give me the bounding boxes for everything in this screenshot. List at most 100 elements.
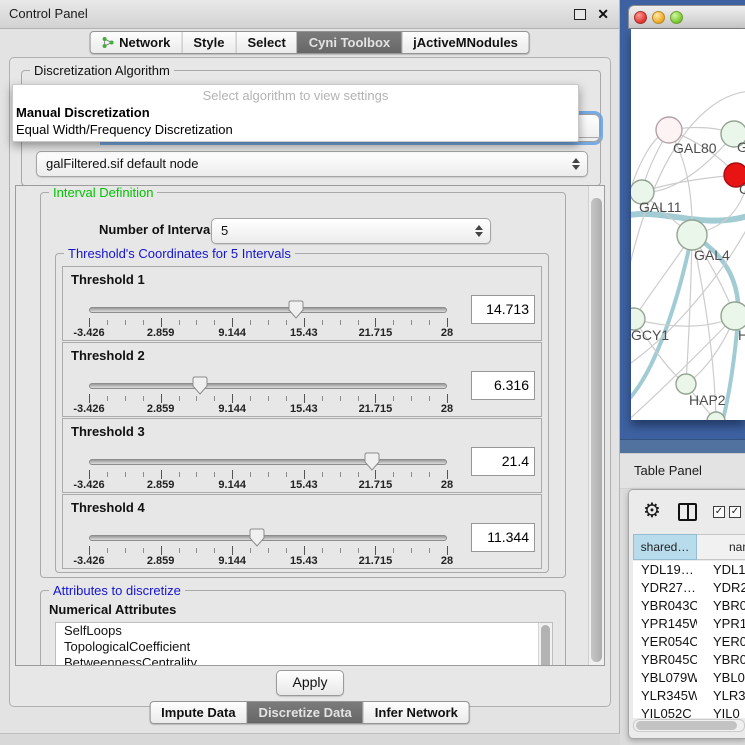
threshold-slider[interactable]: -3.4262.8599.14415.4321.71528: [89, 495, 447, 568]
cell-name[interactable]: YBR0: [697, 651, 745, 669]
table-row[interactable]: YDR27… YDR2: [633, 579, 745, 597]
threshold-panel: Threshold 2 -3.4262.8599.14415.4321.7152…: [62, 342, 542, 417]
close-icon[interactable]: ✕: [597, 5, 609, 23]
scrollbar-thumb[interactable]: [636, 721, 737, 730]
combo-stepper-icon[interactable]: [572, 158, 580, 170]
slider-thumb-icon[interactable]: [288, 300, 304, 319]
table-row[interactable]: YDL19… YDL1: [633, 561, 745, 579]
cell-name[interactable]: YDL1: [697, 561, 745, 579]
slider-thumb-icon[interactable]: [249, 528, 265, 547]
group-title: Interval Definition: [49, 185, 157, 200]
network-canvas[interactable]: GAL80GCGAL11GAL4GCY1HHAP2: [631, 29, 745, 420]
scale-label: 2.859: [147, 555, 175, 567]
network-node-hap2[interactable]: [676, 374, 696, 394]
table-row[interactable]: YER054C YER0: [633, 633, 745, 651]
tab-discretize-data[interactable]: Discretize Data: [247, 702, 363, 723]
tab-jactivemnodules[interactable]: jActiveMNodules: [401, 32, 529, 53]
slider-thumb-icon[interactable]: [364, 452, 380, 471]
slider-track[interactable]: [89, 459, 447, 465]
settings-scrollbar[interactable]: [588, 186, 604, 665]
attribute-item-selfloops[interactable]: SelfLoops: [56, 623, 552, 639]
cell-shared-name[interactable]: YLR345W: [633, 687, 697, 705]
scrollbar-thumb[interactable]: [541, 625, 550, 666]
table-row[interactable]: YPR145W YPR1: [633, 615, 745, 633]
network-view-window: GAL80GCGAL11GAL4GCY1HHAP2: [620, 0, 745, 453]
threshold-value-field[interactable]: 21.4: [471, 447, 535, 476]
table-row[interactable]: YBR045C YBR0: [633, 651, 745, 669]
cell-shared-name[interactable]: YBL079W: [633, 669, 697, 687]
group-title: Attributes to discretize: [49, 583, 185, 598]
gear-icon[interactable]: ⚙: [643, 498, 661, 524]
cell-name[interactable]: YLR3: [697, 687, 745, 705]
table-panel-title: Table Panel: [634, 454, 702, 488]
network-node-h[interactable]: [721, 302, 745, 330]
cell-shared-name[interactable]: YBR043C: [633, 597, 697, 615]
table-row[interactable]: YBR043C YBR0: [633, 597, 745, 615]
tab-label: Infer Network: [375, 705, 458, 720]
cell-shared-name[interactable]: YDR27…: [633, 579, 697, 597]
apply-button[interactable]: Apply: [276, 670, 344, 696]
traffic-light-zoom-icon[interactable]: [670, 11, 683, 24]
number-of-intervals-select[interactable]: 5: [211, 218, 491, 244]
threshold-slider[interactable]: -3.4262.8599.14415.4321.71528: [89, 343, 447, 416]
network-edge[interactable]: [634, 316, 735, 326]
table-row[interactable]: YIL052C YIL0: [633, 705, 745, 718]
column-header-name[interactable]: name: [697, 534, 745, 560]
threshold-value-field[interactable]: 11.344: [471, 523, 535, 552]
settings-scrollpane: Interval Definition Number of Intervals …: [15, 185, 605, 666]
tab-label: Select: [247, 35, 285, 50]
network-frame-footer: [620, 439, 745, 453]
table-hscrollbar[interactable]: [633, 719, 745, 732]
cell-name[interactable]: YPR1: [697, 615, 745, 633]
slider-scale-labels: -3.4262.8599.14415.4321.71528: [89, 403, 447, 415]
tab-infer-network[interactable]: Infer Network: [363, 702, 469, 723]
cell-shared-name[interactable]: YBR045C: [633, 651, 697, 669]
cell-name[interactable]: YBR0: [697, 597, 745, 615]
threshold-panel: Threshold 1 -3.4262.8599.14415.4321.7152…: [62, 266, 542, 341]
algorithm-placeholder: Select algorithm to view settings: [13, 88, 578, 103]
network-node-gal4[interactable]: [677, 220, 707, 250]
cell-name[interactable]: YER0: [697, 633, 745, 651]
network-graph[interactable]: GAL80GCGAL11GAL4GCY1HHAP2: [631, 29, 745, 420]
table-data-select[interactable]: galFiltered.sif default node: [36, 151, 588, 177]
attribute-item-topologicalcoefficient[interactable]: TopologicalCoefficient: [56, 639, 552, 655]
cell-shared-name[interactable]: YER054C: [633, 633, 697, 651]
numerical-attributes-list: SelfLoopsTopologicalCoefficientBetweenne…: [55, 622, 553, 666]
cell-name[interactable]: YBL0: [697, 669, 745, 687]
tab-network[interactable]: Network: [90, 32, 181, 53]
threshold-value-field[interactable]: 6.316: [471, 371, 535, 400]
tab-select[interactable]: Select: [235, 32, 296, 53]
checkbox-icon[interactable]: ✓: [713, 506, 725, 518]
slider-scale-labels: -3.4262.8599.14415.4321.71528: [89, 327, 447, 339]
table-row[interactable]: YBL079W YBL0: [633, 669, 745, 687]
cell-shared-name[interactable]: YPR145W: [633, 615, 697, 633]
cell-name[interactable]: YIL0: [697, 705, 745, 718]
combo-stepper-icon[interactable]: [475, 225, 483, 237]
column-header-shared-name[interactable]: shared…: [633, 534, 697, 560]
attribute-item-betweennesscentrality[interactable]: BetweennessCentrality: [56, 655, 552, 666]
tab-label: jActiveMNodules: [413, 35, 518, 50]
tab-impute-data[interactable]: Impute Data: [150, 702, 246, 723]
table-row[interactable]: YLR345W YLR3: [633, 687, 745, 705]
slider-track[interactable]: [89, 383, 447, 389]
tab-cyni-toolbox[interactable]: Cyni Toolbox: [297, 32, 401, 53]
slider-track[interactable]: [89, 535, 447, 541]
checkbox-icon[interactable]: ✓: [729, 506, 741, 518]
slider-track[interactable]: [89, 307, 447, 313]
list-scrollbar[interactable]: [538, 623, 552, 666]
split-view-icon[interactable]: [678, 503, 697, 521]
algorithm-option-equal-width-frequency-discretization[interactable]: Equal Width/Frequency Discretization: [16, 122, 233, 137]
float-window-icon[interactable]: [574, 9, 586, 20]
cell-name[interactable]: YDR2: [697, 579, 745, 597]
slider-thumb-icon[interactable]: [192, 376, 208, 395]
threshold-slider[interactable]: -3.4262.8599.14415.4321.71528: [89, 267, 447, 340]
traffic-light-close-icon[interactable]: [634, 11, 647, 24]
algorithm-option-manual-discretization[interactable]: Manual Discretization: [16, 105, 150, 120]
cell-shared-name[interactable]: YDL19…: [633, 561, 697, 579]
threshold-value-field[interactable]: 14.713: [471, 295, 535, 324]
tab-style[interactable]: Style: [181, 32, 235, 53]
threshold-slider[interactable]: -3.4262.8599.14415.4321.71528: [89, 419, 447, 492]
scrollbar-thumb[interactable]: [591, 198, 602, 662]
cell-shared-name[interactable]: YIL052C: [633, 705, 697, 718]
traffic-light-minimize-icon[interactable]: [652, 11, 665, 24]
